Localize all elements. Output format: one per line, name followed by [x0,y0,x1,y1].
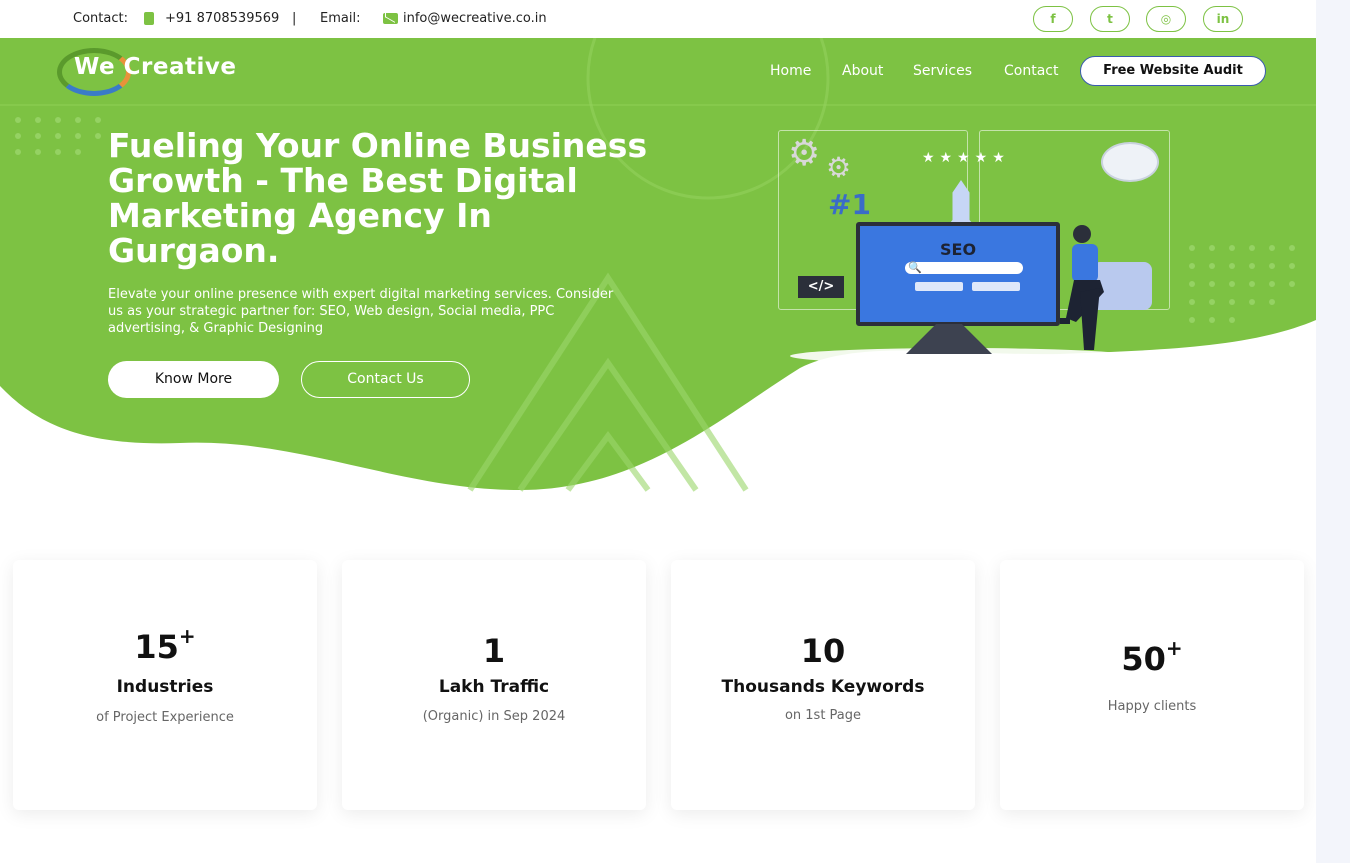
illustration-search-bar [905,262,1023,274]
gear-icon: ⚙ [826,151,852,184]
stat-number: 1 [482,632,506,670]
know-more-button[interactable]: Know More [108,361,279,398]
hero-title: Fueling Your Online Business Growth - Th… [108,126,648,270]
stat-number: 10 [800,632,846,670]
nav-services[interactable]: Services [913,63,972,79]
illustration-field [972,282,1020,291]
phone-number[interactable]: +91 8708539569 [165,11,279,26]
facebook-icon[interactable]: f [1033,6,1073,32]
stat-card-keywords: 10 Thousands Keywords on 1st Page [671,560,975,810]
top-contact-bar: Contact: +91 8708539569 | Email: info@we… [0,0,1316,38]
stat-card-traffic: 1 Lakh Traffic (Organic) in Sep 2024 [342,560,646,810]
nav-about[interactable]: About [842,63,883,79]
stat-label: Industries [116,677,214,697]
globe-icon [1101,142,1159,182]
rank-badge: #1 [828,188,871,221]
gear-icon: ⚙ [788,133,821,174]
contact-us-button[interactable]: Contact Us [301,361,470,398]
contact-label: Contact: [73,11,128,26]
nav-home[interactable]: Home [770,63,811,79]
code-icon: </> [798,276,844,298]
nav-contact[interactable]: Contact [1004,63,1058,79]
linkedin-icon[interactable]: in [1203,6,1243,32]
email-label: Email: [320,11,361,26]
mail-icon [383,13,398,24]
hero-subtitle: Elevate your online presence with expert… [108,287,614,336]
separator: | [292,11,297,26]
stat-description: on 1st Page [784,708,862,723]
free-website-audit-button[interactable]: Free Website Audit [1080,56,1266,86]
phone-icon [144,12,154,25]
stat-card-industries: 15+ Industries of Project Experience [13,560,317,810]
twitter-icon[interactable]: t [1090,6,1130,32]
rating-stars: ★★★★★ [922,150,1010,166]
stat-description: of Project Experience [96,710,234,725]
search-icon: 🔍 [908,261,922,274]
monitor-seo-text: SEO [940,240,977,259]
stat-description: (Organic) in Sep 2024 [422,709,566,724]
person-icon [1060,225,1104,350]
stat-label: Thousands Keywords [721,677,925,697]
monitor-icon [856,222,1060,326]
email-address[interactable]: info@wecreative.co.in [403,11,547,26]
illustration-field [915,282,963,291]
page: Contact: +91 8708539569 | Email: info@we… [0,0,1316,863]
stat-number: 15+ [134,624,196,666]
stat-number: 50+ [1121,636,1183,678]
stat-card-clients: 50+ Happy clients [1000,560,1304,810]
stat-label: Lakh Traffic [438,677,550,697]
stat-description: Happy clients [1107,699,1197,714]
instagram-icon[interactable]: ◎ [1146,6,1186,32]
logo-text[interactable]: We Creative [74,54,236,80]
